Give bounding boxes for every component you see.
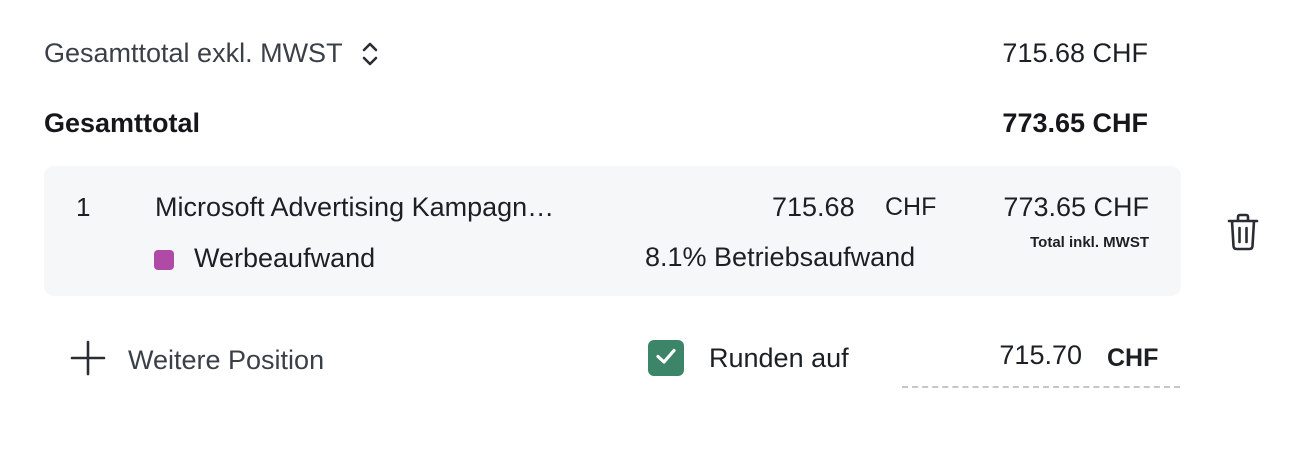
position-net-value[interactable]: 715.68 [772,192,855,223]
net-total-label: Gesamttotal exkl. MWST [44,38,343,68]
add-position-button[interactable]: Weitere Position [70,340,324,381]
category-color-swatch [154,250,174,270]
position-gross-note: Total inkl. MWST [1030,234,1149,251]
position-number: 1 [76,192,91,222]
position-gross-amount: 773.65 CHF [1003,192,1149,222]
trash-icon[interactable] [1226,212,1260,257]
position-net-currency: CHF [885,193,937,221]
checkmark-icon [654,344,678,373]
position-title[interactable]: Microsoft Advertising Kampagn… [155,192,554,223]
gross-total-amount: 773.65 CHF [1002,108,1148,138]
category-label[interactable]: Werbeaufwand [194,243,375,274]
net-total-row: Gesamttotal exkl. MWST [44,38,379,69]
position-card[interactable] [44,166,1181,296]
gross-total-label: Gesamttotal [44,108,201,138]
add-position-label: Weitere Position [128,345,325,375]
round-up-checkbox[interactable] [648,340,684,376]
rounded-amount-field: CHF [902,332,1180,388]
rounded-amount-input[interactable] [902,340,1082,371]
net-total-amount: 715.68 CHF [1002,38,1148,68]
round-up-label: Runden auf [709,343,849,373]
plus-icon [70,340,106,381]
chevron-up-down-icon[interactable] [361,39,379,69]
rounded-amount-currency: CHF [1107,344,1159,372]
expense-type-label[interactable]: 8.1% Betriebsaufwand [645,242,915,273]
